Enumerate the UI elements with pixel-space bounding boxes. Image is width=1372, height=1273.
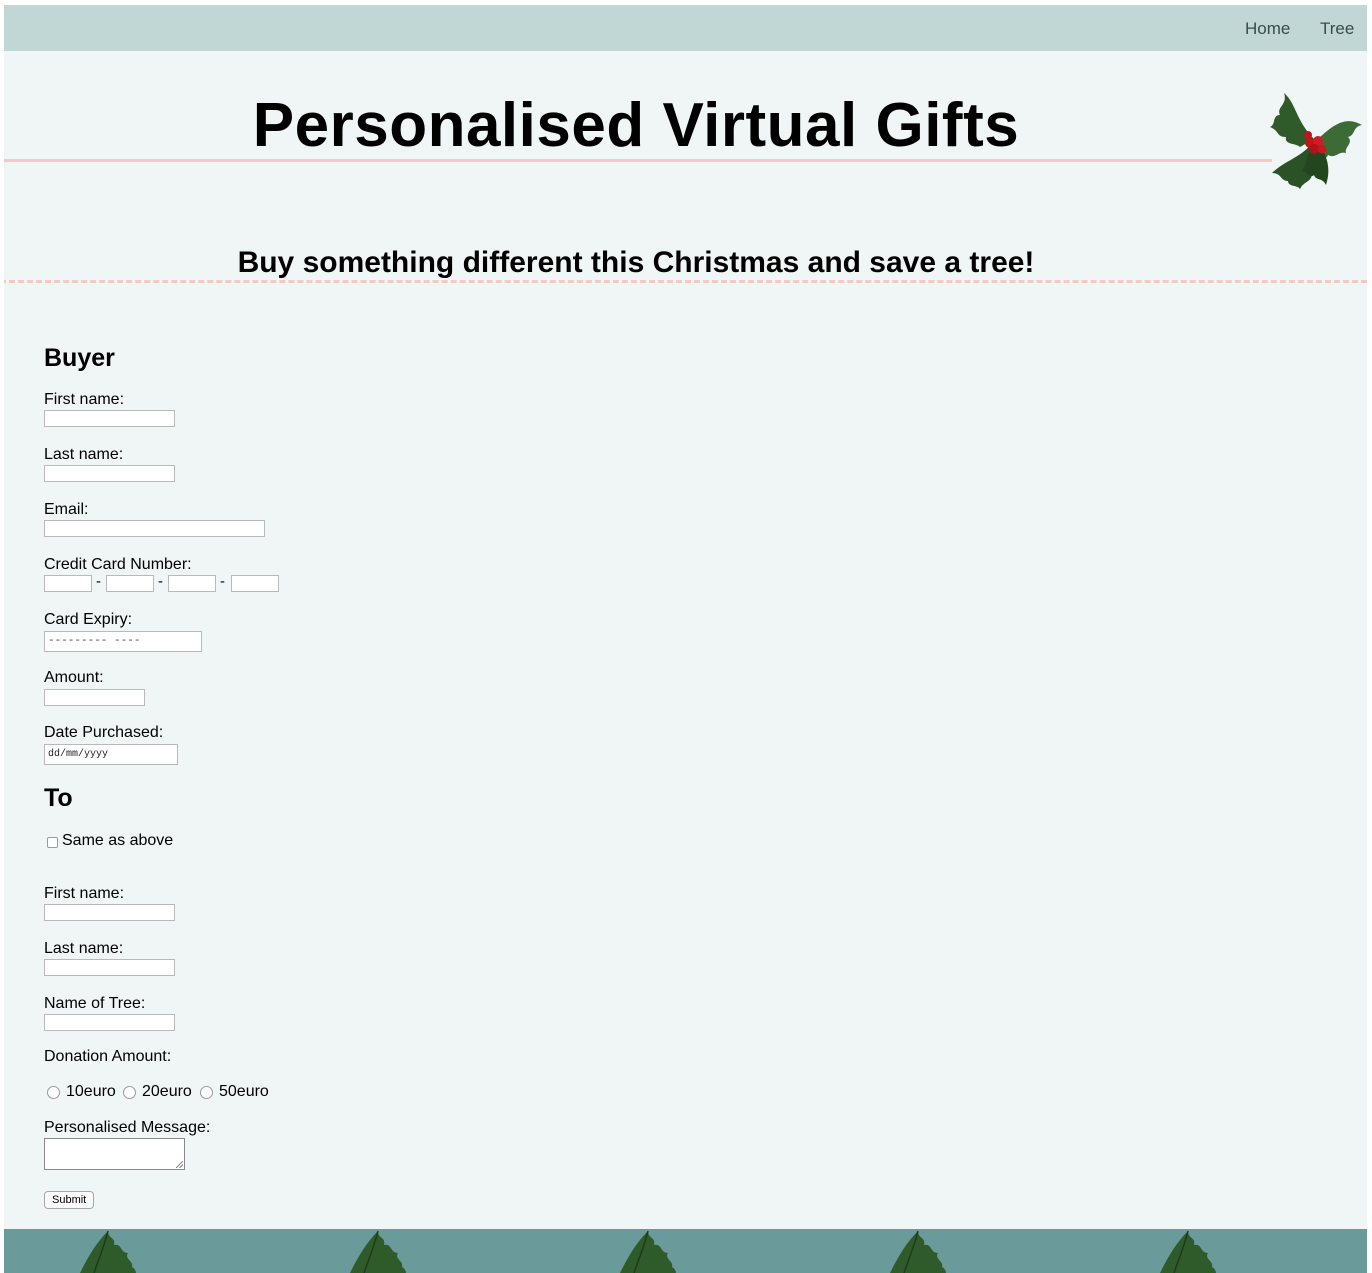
holly-icon bbox=[1270, 93, 1362, 189]
nav-link-tree[interactable]: Tree bbox=[1320, 19, 1354, 39]
same-as-above-label: Same as above bbox=[62, 832, 174, 849]
to-heading: To bbox=[44, 784, 73, 812]
amount-input[interactable] bbox=[44, 689, 145, 706]
buyer-first-name-input[interactable] bbox=[44, 410, 175, 427]
subtitle-divider bbox=[4, 280, 1367, 283]
donation-radio-50[interactable] bbox=[200, 1086, 213, 1099]
to-last-name-label: Last name: bbox=[44, 940, 124, 957]
page: Home Tree Personalised Virtual Gifts Buy… bbox=[4, 5, 1367, 1273]
nav-link-home[interactable]: Home bbox=[1245, 19, 1290, 39]
holly-leaf-icon bbox=[80, 1230, 136, 1273]
to-last-name-input[interactable] bbox=[44, 959, 175, 976]
buyer-last-name-input[interactable] bbox=[44, 465, 175, 482]
holly-leaf-icon bbox=[350, 1230, 406, 1273]
amount-label: Amount: bbox=[44, 669, 104, 686]
tree-name-label: Name of Tree: bbox=[44, 995, 146, 1012]
card-separator: - bbox=[158, 573, 163, 590]
holly-leaf-icon bbox=[1160, 1230, 1216, 1273]
card-expiry-input[interactable]: --------- ---- bbox=[44, 631, 202, 652]
buyer-heading: Buyer bbox=[44, 344, 115, 372]
buyer-first-name-label: First name: bbox=[44, 391, 125, 408]
donation-option-20: 20euro bbox=[142, 1083, 192, 1100]
footer bbox=[4, 1229, 1367, 1273]
title-divider bbox=[4, 159, 1272, 162]
donation-radio-10[interactable] bbox=[47, 1086, 60, 1099]
donation-radio-20[interactable] bbox=[123, 1086, 136, 1099]
card-number-part-1[interactable] bbox=[44, 575, 92, 592]
holly-leaf-icon bbox=[890, 1230, 946, 1273]
card-number-part-2[interactable] bbox=[106, 575, 154, 592]
card-expiry-label: Card Expiry: bbox=[44, 611, 133, 628]
buyer-email-input[interactable] bbox=[44, 520, 265, 537]
buyer-email-label: Email: bbox=[44, 501, 89, 518]
card-separator: - bbox=[96, 573, 101, 590]
page-title: Personalised Virtual Gifts bbox=[252, 91, 1020, 160]
resize-handle-icon[interactable] bbox=[176, 1161, 183, 1168]
donation-option-10: 10euro bbox=[66, 1083, 116, 1100]
same-as-above-checkbox[interactable] bbox=[47, 837, 58, 848]
personalised-message-label: Personalised Message: bbox=[44, 1119, 211, 1136]
card-number-label: Credit Card Number: bbox=[44, 556, 192, 573]
card-separator: - bbox=[220, 573, 225, 590]
page-subtitle: Buy something different this Christmas a… bbox=[237, 246, 1035, 279]
tree-name-input[interactable] bbox=[44, 1014, 175, 1031]
top-nav: Home Tree bbox=[4, 5, 1367, 51]
personalised-message-textarea[interactable] bbox=[44, 1138, 185, 1170]
submit-button[interactable]: Submit bbox=[44, 1191, 95, 1209]
holly-leaf-icon bbox=[620, 1230, 676, 1273]
card-number-part-3[interactable] bbox=[168, 575, 216, 592]
date-purchased-label: Date Purchased: bbox=[44, 724, 164, 741]
date-purchased-input[interactable]: dd/mm/yyyy bbox=[44, 744, 178, 765]
to-first-name-label: First name: bbox=[44, 885, 125, 902]
to-first-name-input[interactable] bbox=[44, 904, 175, 921]
card-number-part-4[interactable] bbox=[231, 575, 279, 592]
buyer-last-name-label: Last name: bbox=[44, 446, 124, 463]
donation-option-50: 50euro bbox=[219, 1083, 269, 1100]
donation-amount-label: Donation Amount: bbox=[44, 1048, 172, 1065]
